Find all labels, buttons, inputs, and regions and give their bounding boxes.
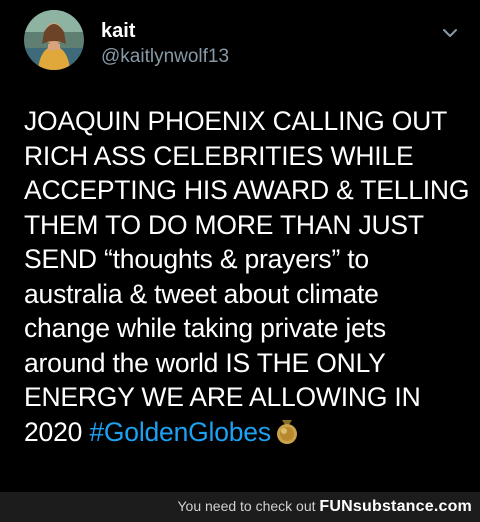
tweet-card: kait @kaitlynwolf13 JOAQUIN PHOENIX CALL… xyxy=(0,0,480,492)
tweet-text-line: change while taking private jets xyxy=(24,313,386,343)
tweet-text-line: around the world IS THE ONLY xyxy=(24,347,386,378)
tweet-text-year: 2020 xyxy=(24,416,90,447)
tweet-text-last-line: 2020 #GoldenGlobes xyxy=(24,415,474,450)
tweet-text: JOAQUIN PHOENIX CALLING OUT RICH ASS CEL… xyxy=(24,104,474,449)
watermark: You need to check out FUNsubstance.com xyxy=(177,498,472,516)
watermark-bar: You need to check out FUNsubstance.com xyxy=(0,492,480,522)
watermark-text: You need to check out xyxy=(177,498,316,514)
user-handle[interactable]: @kaitlynwolf13 xyxy=(101,46,229,68)
avatar-photo xyxy=(24,10,84,70)
chevron-down-icon[interactable] xyxy=(440,26,460,40)
tweet-text-line: ACCEPTING HIS AWARD & TELLING xyxy=(24,175,470,205)
display-name[interactable]: kait xyxy=(101,20,135,42)
tweet-text-line: RICH ASS CELEBRITIES WHILE xyxy=(24,140,414,171)
tweet-text-line: ENERGY WE ARE ALLOWING IN xyxy=(24,382,421,412)
hashtag-link[interactable]: #GoldenGlobes xyxy=(89,417,271,447)
gold-medal-emoji-icon xyxy=(276,419,297,444)
tweet-text-line: australia & tweet about climate xyxy=(24,278,379,309)
avatar[interactable] xyxy=(24,10,84,70)
watermark-brand: FUNsubstance.com xyxy=(319,498,472,515)
tweet-text-line: THEM TO DO MORE THAN JUST xyxy=(24,209,424,240)
tweet-text-line: JOAQUIN PHOENIX CALLING OUT xyxy=(24,106,448,136)
tweet-text-line: SEND “thoughts & prayers” to xyxy=(24,244,369,274)
